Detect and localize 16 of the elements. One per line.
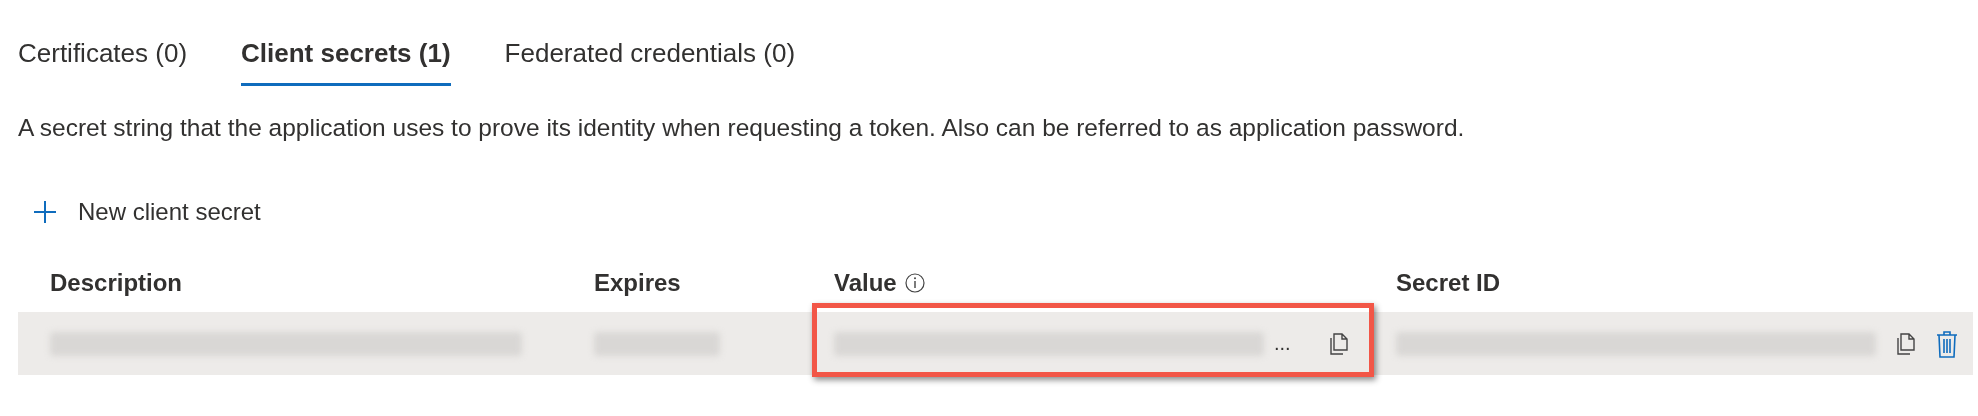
tab[interactable]: Client secrets (1) <box>241 38 451 86</box>
table-row[interactable]: ... <box>18 312 1973 375</box>
ellipsis-text: ... <box>1274 332 1291 355</box>
column-header: Value <box>834 269 897 297</box>
copy-icon[interactable] <box>1328 332 1349 355</box>
new-client-secret-button[interactable]: New client secret <box>34 194 261 230</box>
copy-icon[interactable] <box>1896 332 1916 355</box>
trash-icon[interactable] <box>1936 329 1958 358</box>
column-header: Description <box>50 269 184 297</box>
column-header: Secret ID <box>1396 269 1502 297</box>
tab[interactable]: Federated credentials (0) <box>504 38 796 86</box>
column-header: Expires <box>594 269 682 297</box>
description-text: A secret string that the application uses to prove its identity when requesting a token. Also can be referred to as application password. <box>18 114 1466 142</box>
plus-icon <box>34 201 56 223</box>
tab[interactable]: Certificates (0) <box>18 38 188 86</box>
info-icon[interactable] <box>904 273 925 293</box>
